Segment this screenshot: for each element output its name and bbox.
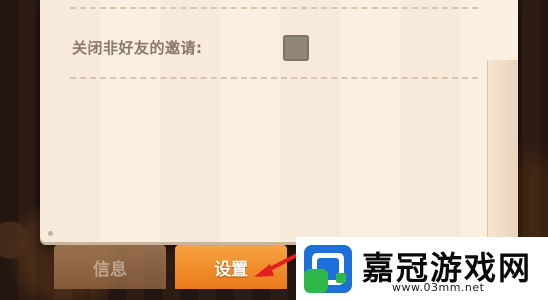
panel-corner-dot	[48, 231, 53, 236]
tab-info-label: 信息	[93, 259, 127, 280]
gear-decoration-icon	[0, 210, 40, 270]
settings-panel: 关闭非好友的邀请:	[40, 0, 518, 242]
watermark-url: www.03mm.net	[392, 281, 485, 294]
logo-mark-icon	[304, 245, 352, 293]
watermark-logo: 嘉冠游戏网 www.03mm.net	[296, 237, 548, 300]
close-invite-checkbox[interactable]	[283, 35, 309, 61]
divider-top	[70, 7, 478, 9]
tab-info[interactable]: 信息	[54, 245, 166, 289]
panel-page-curl	[487, 60, 518, 242]
close-invite-label: 关闭非好友的邀请:	[72, 39, 203, 57]
tab-settings-label: 设置	[214, 259, 248, 280]
divider-bottom	[70, 77, 478, 79]
